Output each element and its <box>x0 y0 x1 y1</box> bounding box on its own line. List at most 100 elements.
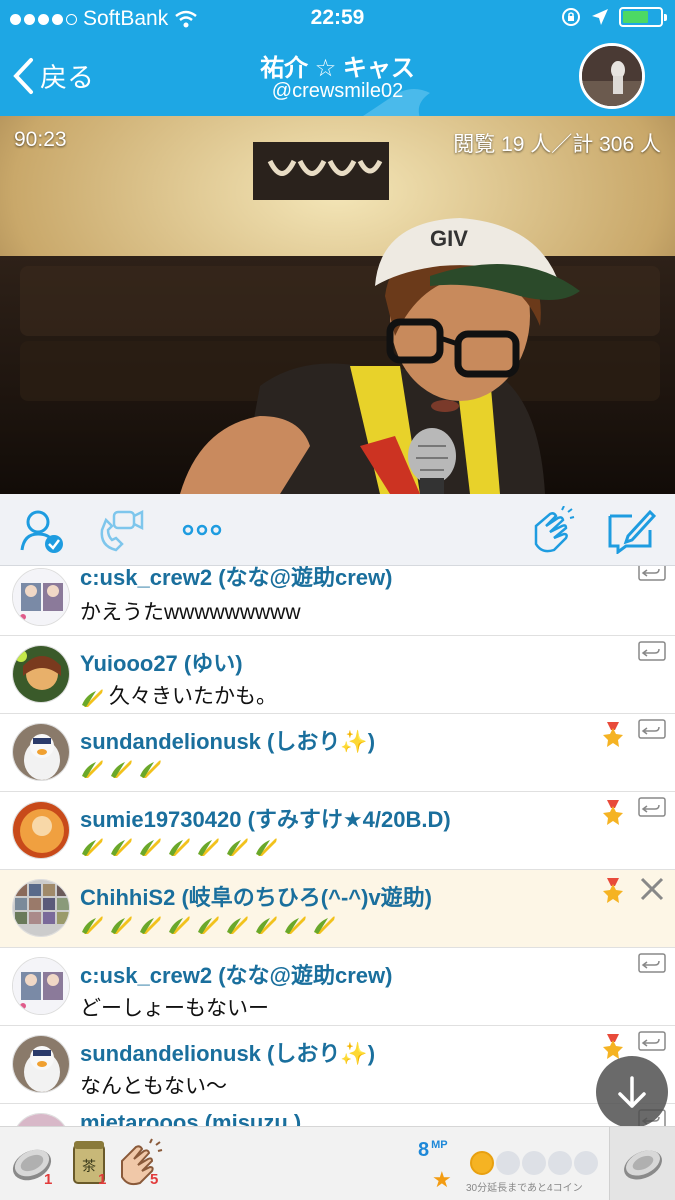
action-toolbar <box>0 494 675 566</box>
list-item[interactable]: c:usk_crew2 (なな@遊助crew) かえうたwwwwwwwww <box>0 566 675 636</box>
corn-icon <box>169 838 190 857</box>
list-item[interactable]: c:usk_crew2 (なな@遊助crew) どーしょーもないー <box>0 948 675 1026</box>
corn-icon <box>140 916 161 935</box>
list-item[interactable]: sundandelionusk (しおり✨) なんともない〜 <box>0 1026 675 1104</box>
medal-icon <box>603 722 623 747</box>
corn-icon <box>227 916 248 935</box>
avatar[interactable] <box>12 957 70 1015</box>
reply-icon[interactable] <box>637 718 667 742</box>
commenter-name[interactable]: c:usk_crew2 (なな@遊助crew) <box>80 958 392 990</box>
corn-icon <box>256 838 277 857</box>
tea-gift-count: 1 <box>98 1171 107 1188</box>
reply-icon[interactable] <box>637 566 667 584</box>
comment-text: 久々きいたかも。 <box>109 685 277 708</box>
corn-row <box>80 756 167 780</box>
corn-icon <box>111 916 132 935</box>
page-title: 祐介 ☆ キャス <box>260 55 415 82</box>
corn-icon <box>82 838 103 857</box>
corn-icon <box>198 916 219 935</box>
coin-shop-button[interactable] <box>609 1127 675 1200</box>
corn-icon <box>198 838 219 857</box>
bottom-bar: 1 茶 1 5 8 MP ★ 30分延長まであと4コイン <box>0 1126 675 1200</box>
status-bar: SoftBank 22:59 <box>0 0 675 38</box>
coin-gift-count: 1 <box>44 1171 53 1188</box>
commenter-name[interactable]: mietarooos (misuzu.) <box>80 1110 301 1126</box>
video-stream[interactable]: GIV 90:23 閲覧 19 人／計 306 人 <box>0 116 675 494</box>
list-item[interactable]: sumie19730420 (すみすけ★4/20B.D) <box>0 792 675 870</box>
compose-icon[interactable] <box>606 506 656 554</box>
corn-icon <box>256 916 277 935</box>
medal-icon <box>603 878 623 903</box>
commenter-name[interactable]: sundandelionusk (しおり✨) <box>80 1036 375 1068</box>
comment-list[interactable]: c:usk_crew2 (なな@遊助crew) かえうたwwwwwwwww Yu… <box>0 566 675 1126</box>
coin-icon <box>624 1150 662 1180</box>
mp-unit: MP <box>431 1139 448 1152</box>
tea-label: 茶 <box>82 1159 96 1175</box>
list-item[interactable]: Yuiooo27 (ゆい) 久々きいたかも。 <box>0 636 675 714</box>
list-item[interactable]: ChihhiS2 (岐阜のちひろ(^-^)v遊助) <box>0 870 675 948</box>
corn-icon <box>227 838 248 857</box>
medal-icon <box>603 800 623 825</box>
coin-empty-icon <box>522 1151 546 1175</box>
arrow-down-icon <box>618 1076 646 1108</box>
rotation-lock-icon <box>562 8 580 26</box>
mp-number: 8 <box>418 1139 430 1161</box>
corn-icon <box>314 916 335 935</box>
comment-text: かえうたwwwwwwwww <box>80 601 301 624</box>
coin-empty-icon <box>574 1151 598 1175</box>
corn-icon <box>111 760 132 779</box>
commenter-name[interactable]: sundandelionusk (しおり✨) <box>80 724 375 756</box>
battery-icon <box>619 7 667 27</box>
reply-icon[interactable] <box>637 952 667 976</box>
tea-gift-icon[interactable]: 茶 <box>64 1137 116 1189</box>
elapsed-time: 90:23 <box>14 128 67 151</box>
corn-row <box>80 912 341 936</box>
video-call-icon[interactable] <box>96 506 146 554</box>
status-icons <box>561 7 667 27</box>
page-subtitle: @crewsmile02 <box>271 80 404 102</box>
list-item[interactable]: mietarooos (misuzu.) <box>0 1104 675 1126</box>
corn-icon <box>140 838 161 857</box>
clap-gift-count: 5 <box>150 1171 159 1188</box>
coin-progress <box>470 1151 598 1175</box>
reply-icon[interactable] <box>637 640 667 664</box>
commenter-name[interactable]: c:usk_crew2 (なな@遊助crew) <box>80 566 392 592</box>
commenter-name[interactable]: sumie19730420 (すみすけ★4/20B.D) <box>80 802 451 834</box>
star-icon: ★ <box>432 1167 452 1192</box>
corn-icon <box>82 760 103 779</box>
viewer-count: 閲覧 19 人／計 306 人 <box>453 133 661 156</box>
avatar[interactable] <box>12 1035 70 1093</box>
avatar[interactable] <box>12 801 70 859</box>
video-frame: GIV <box>0 116 675 494</box>
avatar[interactable] <box>12 879 70 937</box>
clap-icon[interactable] <box>528 506 578 554</box>
corn-icon <box>285 916 306 935</box>
corn-icon <box>111 838 132 857</box>
corn-icon <box>82 689 103 708</box>
commenter-name[interactable]: ChihhiS2 (岐阜のちひろ(^-^)v遊助) <box>80 880 432 912</box>
corn-icon <box>82 916 103 935</box>
svg-text:GIV: GIV <box>430 226 468 251</box>
avatar[interactable] <box>12 645 70 703</box>
avatar[interactable] <box>12 723 70 781</box>
avatar[interactable] <box>12 568 70 626</box>
avatar[interactable] <box>12 1113 70 1126</box>
user-check-icon[interactable] <box>18 506 68 554</box>
scroll-to-bottom-button[interactable] <box>596 1056 668 1128</box>
nav-bar: 戻る 祐介 ☆ キャス @crewsmile02 <box>0 38 675 116</box>
list-item[interactable]: sundandelionusk (しおり✨) <box>0 714 675 792</box>
reply-icon[interactable] <box>637 1030 667 1054</box>
broadcaster-avatar[interactable] <box>579 43 645 109</box>
coin-filled-icon <box>470 1151 494 1175</box>
corn-row <box>80 834 283 858</box>
commenter-name[interactable]: Yuiooo27 (ゆい) <box>80 646 243 678</box>
location-icon <box>592 9 608 25</box>
comment-line: 久々きいたかも。 <box>80 680 277 710</box>
more-icon[interactable] <box>178 506 228 554</box>
reply-icon[interactable] <box>637 796 667 820</box>
comment-text: どーしょーもないー <box>80 997 269 1020</box>
close-icon[interactable] <box>639 876 665 902</box>
corn-icon <box>169 916 190 935</box>
coin-empty-icon <box>496 1151 520 1175</box>
coin-empty-icon <box>548 1151 572 1175</box>
